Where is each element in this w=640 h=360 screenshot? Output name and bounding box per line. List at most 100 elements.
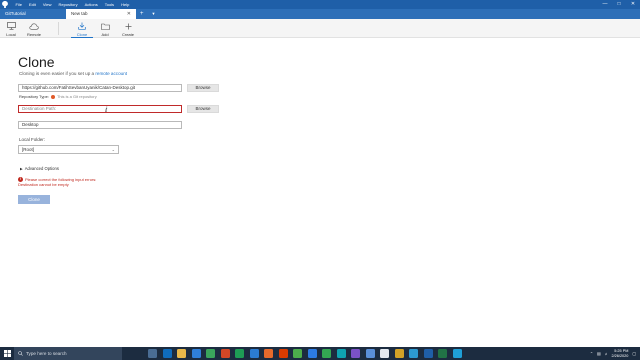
network-icon[interactable]: ▤ bbox=[597, 351, 601, 356]
excel-icon[interactable] bbox=[438, 349, 447, 358]
chevron-down-icon: ⌄ bbox=[111, 147, 115, 152]
plus-icon bbox=[125, 21, 132, 31]
repository-name-input[interactable]: Desktop bbox=[18, 121, 182, 129]
notepad-icon[interactable] bbox=[380, 349, 389, 358]
menu-view[interactable]: View bbox=[39, 0, 55, 9]
taskbar-search-box[interactable]: Type here to search bbox=[14, 347, 122, 360]
toolbar-local-button[interactable]: Local bbox=[0, 19, 22, 38]
taskbar-search-placeholder: Type here to search bbox=[26, 351, 67, 356]
notifications-icon[interactable]: ▢ bbox=[632, 351, 636, 356]
taskbar-clock[interactable]: 5:25 PM 2/26/2020 bbox=[612, 349, 629, 358]
toolbar-add-button[interactable]: Add bbox=[94, 19, 116, 38]
app-icon[interactable] bbox=[336, 349, 346, 358]
clock-time: 5:25 PM bbox=[614, 349, 629, 354]
menu-repository[interactable]: Repository bbox=[55, 0, 81, 9]
app-icon[interactable] bbox=[452, 349, 462, 358]
toolbar-label: Create bbox=[121, 32, 134, 37]
task-view-icon[interactable] bbox=[148, 349, 157, 358]
destination-path-input[interactable]: Destination Path: bbox=[18, 105, 182, 113]
text-cursor-icon: ⅈ bbox=[105, 106, 108, 114]
taskbar-apps bbox=[148, 349, 462, 358]
close-icon[interactable]: ✕ bbox=[626, 0, 640, 9]
file-explorer-icon[interactable] bbox=[177, 349, 186, 358]
store-icon[interactable] bbox=[162, 349, 172, 358]
menu-actions[interactable]: Actions bbox=[81, 0, 101, 9]
maximize-icon[interactable]: □ bbox=[612, 0, 626, 9]
firefox-icon[interactable] bbox=[264, 349, 273, 358]
toolbar: Local Remote Clone Add Create bbox=[0, 19, 640, 38]
toolbar-create-button[interactable]: Create bbox=[117, 19, 139, 38]
toolbar-divider bbox=[58, 22, 59, 35]
visual-studio-icon[interactable] bbox=[351, 349, 360, 358]
clone-subtitle: Cloning is even easier if you set up a r… bbox=[19, 71, 127, 76]
powerpoint-icon[interactable] bbox=[220, 349, 230, 358]
folder-icon bbox=[100, 21, 110, 31]
android-icon[interactable] bbox=[322, 349, 331, 358]
toolbar-clone-button[interactable]: Clone bbox=[71, 19, 93, 38]
subtitle-text: Cloning is even easier if you set up a bbox=[19, 71, 96, 76]
advanced-options-toggle[interactable]: ▶ Advanced Options bbox=[20, 166, 59, 171]
git-icon bbox=[50, 94, 55, 99]
tab-label: GitTutorial bbox=[5, 11, 26, 16]
monitor-icon bbox=[6, 21, 16, 31]
clock-date: 2/26/2020 bbox=[611, 353, 629, 358]
chevron-up-icon[interactable]: ⌃ bbox=[590, 351, 593, 356]
menu-edit[interactable]: Edit bbox=[25, 0, 39, 9]
tab-label: New tab bbox=[71, 11, 88, 16]
android-studio-icon[interactable] bbox=[293, 349, 302, 358]
menu-help[interactable]: Help bbox=[118, 0, 133, 9]
mail-icon[interactable] bbox=[191, 349, 201, 358]
advanced-options-label: Advanced Options bbox=[24, 166, 59, 171]
clone-button[interactable]: Clone bbox=[18, 195, 50, 204]
remote-account-link[interactable]: remote account bbox=[95, 71, 127, 76]
tab-list-chevron-icon[interactable]: ▼ bbox=[148, 9, 160, 19]
repo-type-note: This is a Git repository bbox=[56, 94, 97, 99]
windows-taskbar: Type here to search ⌃ ▤ ♫ 5:25 PM 2/26/2… bbox=[0, 347, 640, 360]
tab-strip: GitTutorial New tab ✕ + ▼ bbox=[0, 9, 640, 19]
search-icon bbox=[18, 351, 23, 356]
toolbar-label: Local bbox=[6, 32, 16, 37]
error-row: Destination cannot be empty bbox=[18, 182, 96, 187]
settings-icon[interactable] bbox=[365, 349, 375, 358]
browse-destination-button[interactable]: Browse bbox=[187, 105, 219, 113]
toolbar-label: Add bbox=[101, 32, 109, 37]
browse-source-button[interactable]: Browse bbox=[187, 84, 219, 92]
toolbar-label: Remote bbox=[26, 32, 41, 37]
tab-gittutorial[interactable]: GitTutorial bbox=[0, 9, 66, 19]
minimize-icon[interactable]: — bbox=[598, 0, 612, 9]
sourcetree-icon[interactable] bbox=[423, 349, 433, 358]
repo-type-label: Repository Type: bbox=[19, 94, 49, 99]
source-url-input[interactable]: https://github.com/FatihSevbanUyanik/Cat… bbox=[18, 84, 182, 92]
system-tray: ⌃ ▤ ♫ 5:25 PM 2/26/2020 ▢ bbox=[590, 347, 636, 360]
chrome-icon[interactable] bbox=[206, 349, 215, 358]
tab-new-tab[interactable]: New tab ✕ bbox=[66, 9, 136, 19]
sourcetree-logo-icon bbox=[0, 0, 9, 9]
local-folder-label: Local Folder: bbox=[19, 137, 46, 142]
chevron-right-icon: ▶ bbox=[20, 166, 23, 171]
windows-start-icon[interactable] bbox=[0, 347, 14, 360]
error-line-2: Destination cannot be empty bbox=[18, 182, 69, 187]
error-messages: ! Please correct the following input err… bbox=[18, 177, 96, 187]
title-bar: File Edit View Repository Actions Tools … bbox=[0, 0, 640, 9]
local-folder-value: [Root] bbox=[22, 147, 35, 152]
cloud-icon bbox=[29, 21, 39, 31]
close-tab-icon[interactable]: ✕ bbox=[127, 9, 131, 19]
new-tab-plus-icon[interactable]: + bbox=[136, 9, 148, 19]
menu-tools[interactable]: Tools bbox=[101, 0, 117, 9]
toolbar-label: Clone bbox=[76, 32, 88, 37]
repository-type: Repository Type: This is a Git repositor… bbox=[19, 94, 97, 99]
office-icon[interactable] bbox=[278, 349, 288, 358]
teams-icon[interactable] bbox=[307, 349, 317, 358]
menu-bar: File Edit View Repository Actions Tools … bbox=[12, 0, 133, 9]
toolbar-remote-button[interactable]: Remote bbox=[23, 19, 45, 38]
terminal-icon[interactable] bbox=[235, 349, 244, 358]
local-folder-select[interactable]: [Root] ⌄ bbox=[18, 145, 119, 154]
sticky-notes-icon[interactable] bbox=[394, 349, 404, 358]
vscode-icon[interactable] bbox=[249, 349, 259, 358]
page-title: Clone bbox=[18, 54, 55, 70]
menu-file[interactable]: File bbox=[12, 0, 25, 9]
download-icon bbox=[78, 21, 86, 31]
window-controls: — □ ✕ bbox=[598, 0, 640, 9]
edge-icon[interactable] bbox=[409, 349, 418, 358]
volume-icon[interactable]: ♫ bbox=[605, 352, 608, 356]
